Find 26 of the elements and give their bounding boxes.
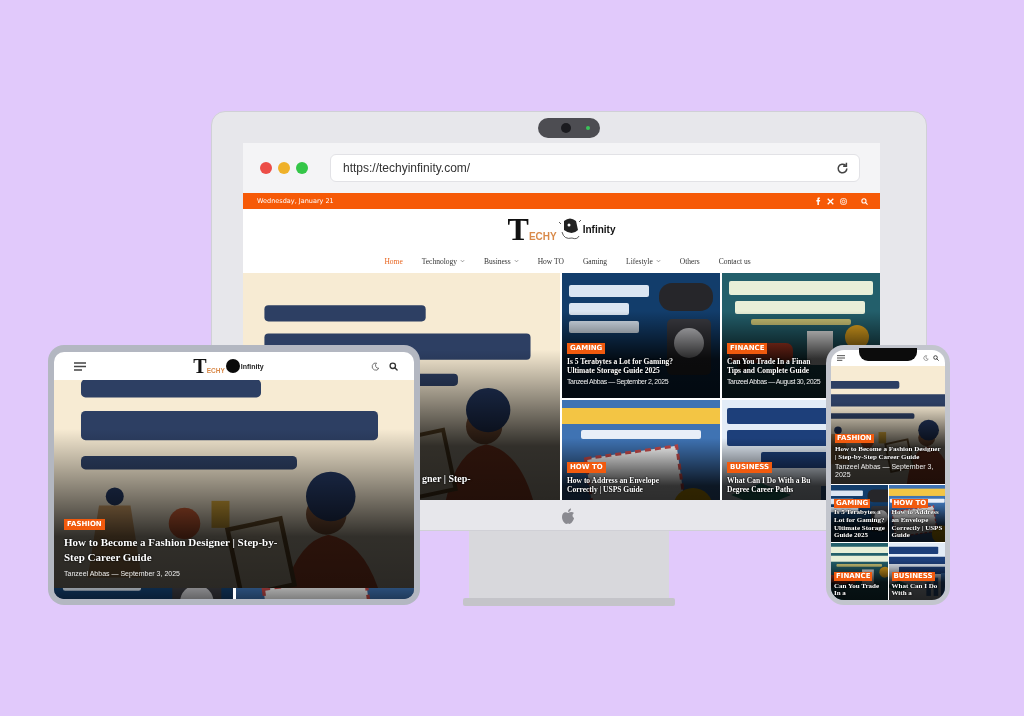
camera-icon — [538, 118, 600, 138]
minimize-button[interactable] — [278, 162, 290, 174]
url-text: https://techyinfinity.com/ — [343, 161, 471, 175]
x-icon[interactable] — [827, 197, 834, 205]
phone-notch — [859, 348, 917, 361]
close-button[interactable] — [260, 162, 272, 174]
post-title[interactable]: gner | Step- — [422, 473, 471, 485]
logo-text: Infinity — [582, 223, 616, 235]
camera-icon — [225, 359, 240, 373]
moon-icon[interactable] — [923, 355, 929, 361]
maximize-button[interactable] — [296, 162, 308, 174]
logo-wordmark: TECHY — [507, 213, 557, 245]
caret-icon — [460, 259, 466, 263]
address-bar[interactable]: https://techyinfinity.com/ — [330, 154, 860, 182]
search-icon[interactable] — [389, 361, 398, 371]
instagram-icon[interactable] — [840, 197, 847, 205]
moon-icon[interactable] — [371, 361, 380, 371]
menu-icon[interactable] — [74, 361, 86, 371]
facebook-icon[interactable] — [816, 197, 821, 205]
menu-icon[interactable] — [837, 355, 845, 361]
apple-icon — [561, 508, 575, 524]
caret-icon — [513, 259, 519, 263]
reload-icon[interactable] — [836, 161, 849, 175]
caret-icon — [655, 259, 661, 263]
search-icon[interactable] — [933, 355, 939, 361]
logo-icon — [557, 216, 582, 242]
